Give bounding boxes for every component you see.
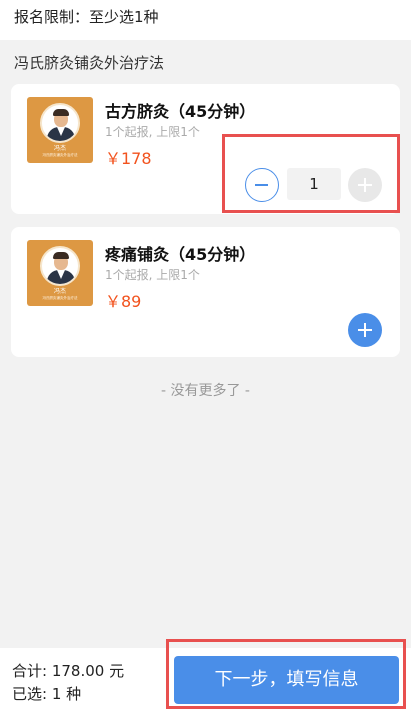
thumbnail-caption: 冯杰 — [53, 288, 66, 295]
registration-limit-text: 报名限制：至少选1种 — [14, 8, 159, 26]
item-thumbnail: 冯杰 冯氏脐灸铺灸外治疗法 — [27, 97, 93, 163]
selected-count: 已选: 1 种 — [12, 685, 82, 703]
item-card[interactable]: 冯杰 冯氏脐灸铺灸外治疗法 疼痛铺灸（45分钟） 1个起报, 上限1个 ￥89 — [11, 227, 400, 357]
registration-limit-bar: 报名限制：至少选1种 — [0, 0, 411, 40]
item-name: 古方脐灸（45分钟） — [105, 102, 256, 121]
item-limit-info: 1个起报, 上限1个 — [105, 268, 200, 282]
quantity-highlight-box — [222, 134, 400, 213]
item-name: 疼痛铺灸（45分钟） — [105, 245, 256, 264]
thumbnail-subcaption: 冯氏脐灸铺灸外治疗法 — [42, 296, 78, 300]
list-end-text: - 没有更多了 - — [160, 383, 250, 399]
section-title: 冯氏脐灸铺灸外治疗法 — [14, 54, 165, 72]
doctor-avatar — [40, 246, 80, 286]
thumbnail-subcaption: 冯氏脐灸铺灸外治疗法 — [42, 153, 78, 157]
item-thumbnail: 冯杰 冯氏脐灸铺灸外治疗法 — [27, 240, 93, 306]
next-button-highlight-box — [166, 639, 406, 709]
doctor-avatar — [40, 103, 80, 143]
total-amount: 合计: 178.00 元 — [12, 662, 125, 680]
item-price: ￥89 — [105, 292, 142, 311]
add-item-button[interactable] — [348, 313, 382, 347]
item-limit-info: 1个起报, 上限1个 — [105, 125, 200, 139]
thumbnail-caption: 冯杰 — [53, 145, 66, 152]
item-price: ￥178 — [105, 149, 152, 168]
